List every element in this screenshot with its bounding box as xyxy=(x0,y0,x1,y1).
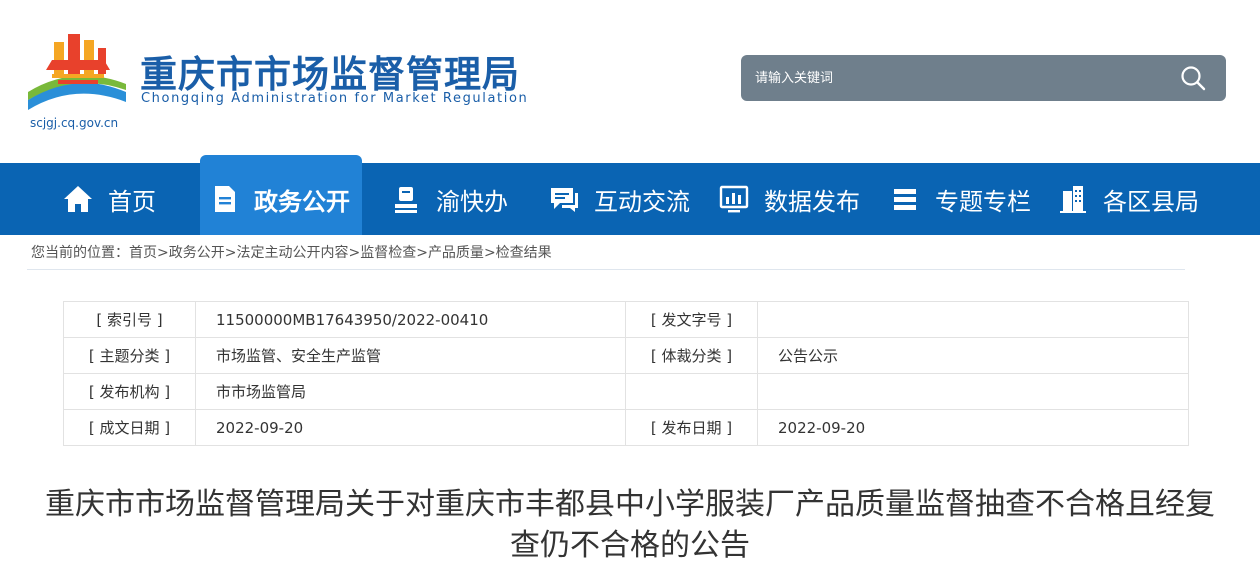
site-logo-icon[interactable] xyxy=(24,30,130,116)
published-date-value: 2022-09-20 xyxy=(757,409,1189,446)
stamp-icon xyxy=(395,187,417,213)
breadcrumb-item-government-affairs[interactable]: 政务公开 xyxy=(169,245,225,261)
empty-cell xyxy=(625,373,758,410)
doc-number-label: [ 发文字号 ] xyxy=(625,301,758,338)
breadcrumb-item-statutory-disclosure[interactable]: 法定主动公开内容 xyxy=(236,245,348,261)
site-domain: scjgj.cq.gov.cn xyxy=(30,116,119,130)
breadcrumb-item-product-quality[interactable]: 产品质量 xyxy=(428,245,484,261)
breadcrumb-item-supervision[interactable]: 监督检查 xyxy=(360,245,416,261)
nav-item-label: 专题专栏 xyxy=(935,187,1031,216)
index-label: [ 索引号 ] xyxy=(63,301,196,338)
article-title: 重庆市市场监督管理局关于对重庆市丰都县中小学服装厂产品质量监督抽查不合格且经复查… xyxy=(45,487,1215,563)
building-icon xyxy=(1060,186,1086,213)
published-date-label: [ 发布日期 ] xyxy=(625,409,758,446)
nav-item-interaction[interactable]: 互动交流 xyxy=(548,163,690,235)
chart-icon xyxy=(719,185,749,213)
nav-item-label: 渝快办 xyxy=(436,187,508,216)
publisher-label: [ 发布机构 ] xyxy=(63,373,196,410)
genre-value: 公告公示 xyxy=(757,337,1189,374)
index-value: 11500000MB17643950/2022-00410 xyxy=(195,301,626,338)
topic-value: 市场监管、安全生产监管 xyxy=(195,337,626,374)
genre-label: [ 体裁分类 ] xyxy=(625,337,758,374)
nav-item-special-topics[interactable]: 专题专栏 xyxy=(889,163,1031,235)
doc-number-value xyxy=(757,301,1189,338)
nav-item-label: 首页 xyxy=(108,187,156,216)
nav-item-data-release[interactable]: 数据发布 xyxy=(718,163,860,235)
nav-item-label: 互动交流 xyxy=(594,187,690,216)
table-row: [ 成文日期 ] 2022-09-20 [ 发布日期 ] 2022-09-20 xyxy=(63,409,1189,446)
breadcrumb-separator: > xyxy=(483,245,496,261)
list-icon xyxy=(894,189,916,210)
created-date-value: 2022-09-20 xyxy=(195,409,626,446)
created-date-label: [ 成文日期 ] xyxy=(63,409,196,446)
breadcrumb-prefix: 您当前的位置： xyxy=(31,245,129,261)
empty-cell xyxy=(757,373,1189,410)
breadcrumb-item-home[interactable]: 首页 xyxy=(129,245,157,261)
site-subtitle: Chongqing Administration for Market Regu… xyxy=(141,91,529,106)
table-row: [ 索引号 ] 11500000MB17643950/2022-00410 [ … xyxy=(63,301,1189,338)
home-icon xyxy=(64,186,92,212)
search-icon[interactable] xyxy=(1180,65,1206,91)
site-title: 重庆市市场监督管理局 xyxy=(140,53,520,96)
topic-label: [ 主题分类 ] xyxy=(63,337,196,374)
nav-item-label: 数据发布 xyxy=(764,187,860,216)
site-header: 重庆市市场监督管理局 Chongqing Administration for … xyxy=(0,0,1260,163)
search-input[interactable] xyxy=(755,67,1155,89)
nav-item-label: 各区县局 xyxy=(1103,187,1199,216)
search-box xyxy=(741,55,1226,101)
nav-item-home[interactable]: 首页 xyxy=(62,163,156,235)
table-row: [ 发布机构 ] 市市场监管局 xyxy=(63,373,1189,410)
breadcrumb-separator: > xyxy=(224,245,237,261)
table-row: [ 主题分类 ] 市场监管、安全生产监管 [ 体裁分类 ] 公告公示 xyxy=(63,337,1189,374)
breadcrumb-separator: > xyxy=(416,245,428,261)
chat-icon xyxy=(551,188,578,212)
breadcrumb-item-inspection-results[interactable]: 检查结果 xyxy=(496,245,552,261)
document-info-table: [ 索引号 ] 11500000MB17643950/2022-00410 [ … xyxy=(63,301,1189,446)
nav-item-yukuaiban[interactable]: 渝快办 xyxy=(390,163,508,235)
breadcrumb-divider xyxy=(27,269,1185,270)
breadcrumb: 您当前的位置：首页>政务公开>法定主动公开内容>监督检查>产品质量>检查结果 xyxy=(31,242,552,262)
publisher-value: 市市场监管局 xyxy=(195,373,626,410)
breadcrumb-separator: > xyxy=(157,245,169,261)
nav-item-label: 政务公开 xyxy=(254,187,350,216)
nav-item-district-bureaus[interactable]: 各区县局 xyxy=(1057,163,1199,235)
breadcrumb-separator: > xyxy=(348,245,361,261)
document-icon xyxy=(215,186,235,212)
nav-item-government-affairs[interactable]: 政务公开 xyxy=(208,163,350,235)
